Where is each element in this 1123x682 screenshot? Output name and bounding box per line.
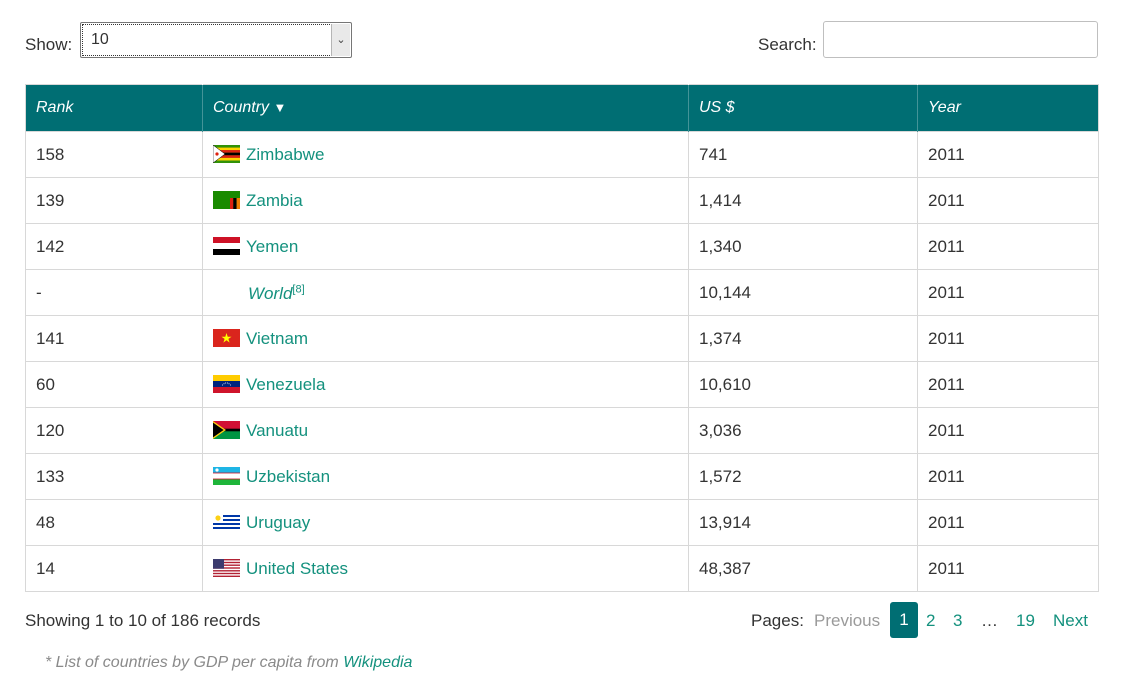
country-cell: Uruguay <box>202 499 689 546</box>
source-note: * List of countries by GDP per capita fr… <box>45 654 412 672</box>
country-link[interactable]: Vietnam <box>246 329 308 348</box>
usd-cell: 1,572 <box>688 453 918 500</box>
year-cell: 2011 <box>917 269 1099 316</box>
table-row: 142 Yemen 1,340 2011 <box>25 223 1099 270</box>
year-cell: 2011 <box>917 545 1099 592</box>
country-cell: Zimbabwe <box>202 131 689 178</box>
reference-link[interactable]: [8] <box>292 283 304 295</box>
country-link[interactable]: United States <box>246 559 348 578</box>
column-header-country[interactable]: Country ▼ <box>202 84 689 132</box>
yemen-flag-icon <box>213 236 240 255</box>
column-header-rank[interactable]: Rank <box>25 84 203 132</box>
country-link[interactable]: Yemen <box>246 237 298 256</box>
sort-desc-icon: ▼ <box>273 100 287 115</box>
page-size-select[interactable]: 10 ⌄ <box>80 22 352 58</box>
country-link[interactable]: Venezuela <box>246 375 325 394</box>
wikipedia-link[interactable]: Wikipedia <box>343 654 412 671</box>
rank-cell: 60 <box>25 361 203 408</box>
country-cell: Vanuatu <box>202 407 689 454</box>
zambia-flag-icon <box>213 190 240 209</box>
page-1-button[interactable]: 1 <box>890 602 918 638</box>
rank-cell: 158 <box>25 131 203 178</box>
rank-cell: 48 <box>25 499 203 546</box>
column-header-usd[interactable]: US $ <box>688 84 918 132</box>
table-row: 141 Vietnam 1,374 2011 <box>25 315 1099 362</box>
next-page-button[interactable]: Next <box>1053 611 1088 631</box>
usd-cell: 1,374 <box>688 315 918 362</box>
usd-cell: 1,414 <box>688 177 918 224</box>
year-cell: 2011 <box>917 315 1099 362</box>
records-summary: Showing 1 to 10 of 186 records <box>25 611 261 630</box>
country-link[interactable]: Uzbekistan <box>246 467 330 486</box>
country-cell: Uzbekistan <box>202 453 689 500</box>
country-cell: Vietnam <box>202 315 689 362</box>
year-cell: 2011 <box>917 177 1099 224</box>
chevron-down-icon[interactable]: ⌄ <box>331 24 350 56</box>
uzbekistan-flag-icon <box>213 466 240 485</box>
show-label: Show: <box>25 35 73 54</box>
table-row: 14 United States 48,387 2011 <box>25 545 1099 592</box>
column-header-country-label: Country <box>213 99 270 116</box>
pagination-ellipsis: … <box>981 611 998 630</box>
country-cell: Zambia <box>202 177 689 224</box>
rank-cell: 142 <box>25 223 203 270</box>
search-label: Search: <box>758 35 817 54</box>
venezuela-flag-icon <box>213 374 240 393</box>
country-link[interactable]: Zambia <box>246 191 303 210</box>
country-cell: World[8] <box>202 269 689 316</box>
usd-cell: 13,914 <box>688 499 918 546</box>
year-cell: 2011 <box>917 499 1099 546</box>
gdp-table: Rank Country ▼ US $ Year 158 Zimbabwe 741 2… <box>25 84 1099 592</box>
rank-cell: 14 <box>25 545 203 592</box>
table-row: 139 Zambia 1,414 2011 <box>25 177 1099 224</box>
country-cell: United States <box>202 545 689 592</box>
country-link[interactable]: Uruguay <box>246 513 310 532</box>
year-cell: 2011 <box>917 361 1099 408</box>
table-row: - World[8] 10,144 2011 <box>25 269 1099 316</box>
page-size-value: 10 <box>91 31 109 48</box>
table-row: 120 Vanuatu 3,036 2011 <box>25 407 1099 454</box>
vanuatu-flag-icon <box>213 420 240 439</box>
usd-cell: 1,340 <box>688 223 918 270</box>
page-2-button[interactable]: 2 <box>926 611 935 631</box>
search-input[interactable] <box>823 21 1098 58</box>
uruguay-flag-icon <box>213 512 240 531</box>
country-cell: Venezuela <box>202 361 689 408</box>
zimbabwe-flag-icon <box>212 144 240 163</box>
country-link[interactable]: World <box>248 284 292 303</box>
country-link[interactable]: Vanuatu <box>246 421 308 440</box>
usd-cell: 741 <box>688 131 918 178</box>
country-link[interactable]: Zimbabwe <box>246 145 324 164</box>
column-header-year[interactable]: Year <box>917 84 1099 132</box>
country-cell: Yemen <box>202 223 689 270</box>
year-cell: 2011 <box>917 223 1099 270</box>
previous-page-button[interactable]: Previous <box>814 611 880 631</box>
table-row: 133 Uzbekistan 1,572 2011 <box>25 453 1099 500</box>
usd-cell: 3,036 <box>688 407 918 454</box>
page-3-button[interactable]: 3 <box>953 611 962 631</box>
vietnam-flag-icon <box>213 328 240 347</box>
rank-cell: 139 <box>25 177 203 224</box>
year-cell: 2011 <box>917 407 1099 454</box>
source-note-text: * List of countries by GDP per capita fr… <box>45 654 344 671</box>
year-cell: 2011 <box>917 453 1099 500</box>
pages-label: Pages: <box>751 611 804 630</box>
rank-cell: 141 <box>25 315 203 362</box>
united-states-flag-icon <box>213 558 240 577</box>
table-row: 158 Zimbabwe 741 2011 <box>25 131 1099 178</box>
table-row: 60 Venezuela 10,610 2011 <box>25 361 1099 408</box>
usd-cell: 10,144 <box>688 269 918 316</box>
usd-cell: 48,387 <box>688 545 918 592</box>
flag-placeholder <box>213 281 240 299</box>
rank-cell: 133 <box>25 453 203 500</box>
table-row: 48 Uruguay 13,914 2011 <box>25 499 1099 546</box>
table-header-row: Rank Country ▼ US $ Year <box>25 84 1099 132</box>
rank-cell: - <box>25 269 203 316</box>
page-19-button[interactable]: 19 <box>1016 611 1035 631</box>
usd-cell: 10,610 <box>688 361 918 408</box>
year-cell: 2011 <box>917 131 1099 178</box>
rank-cell: 120 <box>25 407 203 454</box>
